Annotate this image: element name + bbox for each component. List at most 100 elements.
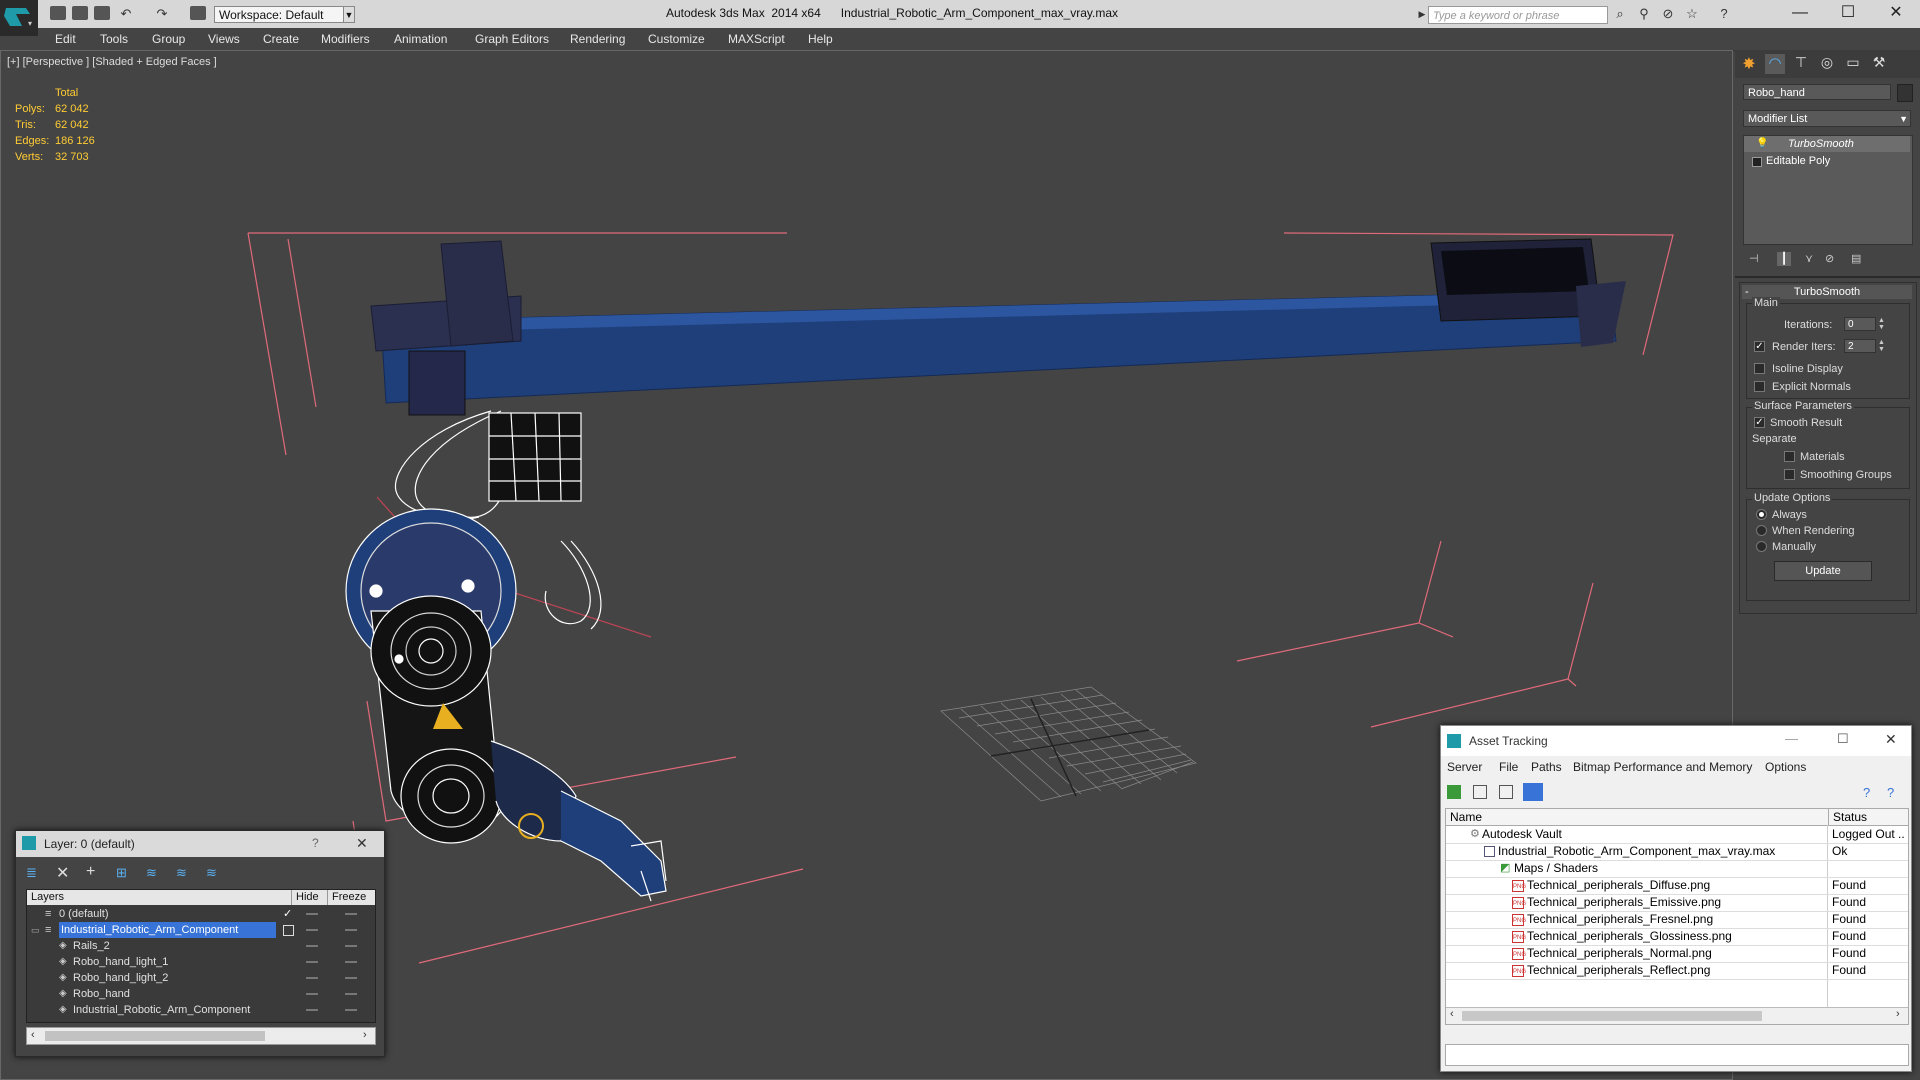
freeze-toggle[interactable] [345, 1009, 357, 1011]
scroll-left-icon[interactable]: ‹ [1450, 1008, 1454, 1020]
search-input[interactable]: Type a keyword or phrase [1428, 6, 1608, 24]
layer-row[interactable]: ≡ 0 (default) ✓ [27, 906, 375, 922]
favorites-star-icon[interactable]: ☆ [1684, 7, 1700, 21]
hide-toggle[interactable] [306, 1009, 318, 1011]
freeze-all-icon[interactable]: ≋ [206, 865, 217, 881]
asset-menu-options[interactable]: Options [1765, 760, 1806, 774]
menu-group[interactable]: Group [152, 32, 185, 46]
context-help-icon[interactable]: ? [1887, 785, 1901, 800]
asset-close-button[interactable]: ✕ [1885, 731, 1897, 748]
asset-row[interactable]: ◩ Maps / Shaders [1446, 860, 1908, 878]
col-hide[interactable]: Hide [291, 890, 319, 905]
hide-toggle[interactable] [306, 961, 318, 963]
col-status[interactable]: Status [1828, 809, 1867, 825]
hide-all-icon[interactable]: ≋ [176, 865, 187, 881]
col-freeze[interactable]: Freeze [327, 890, 366, 905]
layer-dialog-titlebar[interactable]: Layer: 0 (default) ? ✕ [16, 831, 384, 857]
render-iters-checkbox[interactable]: ✓ [1754, 341, 1765, 352]
pin-stack-icon[interactable]: ⊣ [1749, 252, 1763, 266]
asset-menu-paths[interactable]: Paths [1531, 760, 1562, 774]
menu-maxscript[interactable]: MAXScript [728, 32, 785, 46]
stack-item-editable-poly[interactable]: Editable Poly [1744, 153, 1910, 169]
asset-row[interactable]: Industrial_Robotic_Arm_Component_max_vra… [1446, 843, 1908, 861]
layer-row-selected[interactable]: ▭ ≡ Industrial_Robotic_Arm_Component [27, 922, 375, 938]
menu-rendering[interactable]: Rendering [570, 32, 625, 46]
hide-toggle[interactable] [306, 913, 318, 915]
layer-horizontal-scrollbar[interactable]: ‹ › [26, 1027, 376, 1045]
remove-modifier-icon[interactable]: ⊘ [1825, 252, 1839, 266]
scroll-right-icon[interactable]: › [1896, 1008, 1900, 1020]
asset-row[interactable]: PNGTechnical_peripherals_Fresnel.png Fou… [1446, 911, 1908, 929]
asset-menu-bitmap-performance[interactable]: Bitmap Performance and Memory [1573, 760, 1752, 774]
modifier-list-dropdown[interactable]: Modifier List ▼ [1743, 110, 1911, 127]
asset-menu-file[interactable]: File [1499, 760, 1518, 774]
layer-object-row[interactable]: ◈ Robo_hand_light_1 [27, 954, 375, 970]
help-icon[interactable]: ? [1863, 785, 1877, 800]
manually-radio[interactable] [1756, 541, 1767, 552]
help-icon[interactable]: ? [1716, 7, 1732, 21]
col-layers[interactable]: Layers [31, 890, 64, 905]
layer-close-button[interactable]: ✕ [356, 835, 368, 852]
collapse-icon[interactable]: - [1745, 286, 1749, 298]
isoline-display-checkbox[interactable] [1754, 363, 1765, 374]
asset-row[interactable]: PNGTechnical_peripherals_Glossiness.png … [1446, 928, 1908, 946]
utilities-tab-icon[interactable]: ⚒ [1869, 54, 1889, 74]
freeze-toggle[interactable] [345, 993, 357, 995]
add-to-layer-icon[interactable]: + [86, 863, 95, 881]
stack-item-turbosmooth[interactable]: TurboSmooth [1744, 136, 1910, 152]
spinner-arrows-icon[interactable]: ▲ ▼ [1878, 339, 1885, 353]
expand-icon[interactable] [1752, 157, 1762, 167]
subscription-icon[interactable]: ⚲ [1636, 7, 1652, 21]
layer-object-row[interactable]: ◈ Robo_hand [27, 986, 375, 1002]
lightbulb-icon[interactable]: 💡 [1756, 139, 1768, 149]
layer-object-row[interactable]: ◈ Rails_2 [27, 938, 375, 954]
communication-icon[interactable]: ⊘ [1660, 7, 1676, 21]
menu-tools[interactable]: Tools [100, 32, 128, 46]
menu-edit[interactable]: Edit [55, 32, 76, 46]
spinner-arrows-icon[interactable]: ▲ ▼ [1878, 317, 1885, 331]
create-layer-icon[interactable]: ≣ [26, 865, 37, 881]
layer-object-row[interactable]: ◈ Industrial_Robotic_Arm_Component [27, 1002, 375, 1018]
motion-tab-icon[interactable]: ◎ [1817, 54, 1837, 74]
asset-row[interactable]: PNGTechnical_peripherals_Normal.png Foun… [1446, 945, 1908, 963]
binoculars-icon[interactable]: ⌕ [1612, 7, 1628, 21]
make-unique-icon[interactable]: ⋎ [1805, 252, 1819, 266]
create-tab-icon[interactable]: ✸ [1739, 54, 1759, 74]
object-name-field[interactable]: Robo_hand [1743, 84, 1891, 100]
freeze-toggle[interactable] [345, 945, 357, 947]
menu-modifiers[interactable]: Modifiers [321, 32, 370, 46]
asset-horizontal-scrollbar[interactable]: ‹ › [1446, 1007, 1908, 1024]
refresh-icon[interactable] [1447, 785, 1461, 799]
hide-toggle[interactable] [306, 945, 318, 947]
object-color-swatch[interactable] [1897, 84, 1913, 102]
close-button[interactable]: ✕ [1876, 2, 1916, 24]
col-name[interactable]: Name [1450, 809, 1482, 825]
materials-checkbox[interactable] [1784, 451, 1795, 462]
hide-toggle[interactable] [306, 993, 318, 995]
menu-views[interactable]: Views [208, 32, 240, 46]
hierarchy-tab-icon[interactable]: ⊤ [1791, 54, 1811, 74]
list-view-icon[interactable] [1473, 785, 1487, 799]
save-file-icon[interactable] [94, 6, 110, 20]
modifier-stack[interactable]: TurboSmooth 💡 Editable Poly [1743, 135, 1913, 245]
freeze-toggle[interactable] [345, 929, 357, 931]
smoothing-groups-checkbox[interactable] [1784, 469, 1795, 480]
display-tab-icon[interactable]: ▭ [1843, 54, 1863, 74]
modify-tab-icon[interactable]: ◠ [1765, 54, 1785, 74]
minimize-button[interactable]: — [1780, 2, 1820, 24]
table-view-icon[interactable] [1523, 783, 1543, 801]
asset-row[interactable]: PNGTechnical_peripherals_Reflect.png Fou… [1446, 962, 1908, 980]
current-layer-box[interactable] [283, 925, 294, 936]
project-folder-icon[interactable] [190, 6, 206, 20]
app-logo-button[interactable]: ▾ [0, 0, 38, 36]
workspace-dropdown[interactable]: Workspace: Default [214, 6, 354, 23]
redo-icon[interactable]: ↷ [154, 7, 170, 21]
always-radio[interactable] [1756, 509, 1767, 520]
asset-path-field[interactable] [1445, 1044, 1909, 1066]
delete-layer-icon[interactable]: ✕ [56, 863, 69, 883]
asset-tracking-titlebar[interactable]: Asset Tracking — ☐ ✕ [1441, 726, 1911, 756]
menu-graph-editors[interactable]: Graph Editors [475, 32, 549, 46]
hide-toggle[interactable] [306, 929, 318, 931]
hide-toggle[interactable] [306, 977, 318, 979]
maximize-button[interactable]: ☐ [1828, 2, 1868, 24]
